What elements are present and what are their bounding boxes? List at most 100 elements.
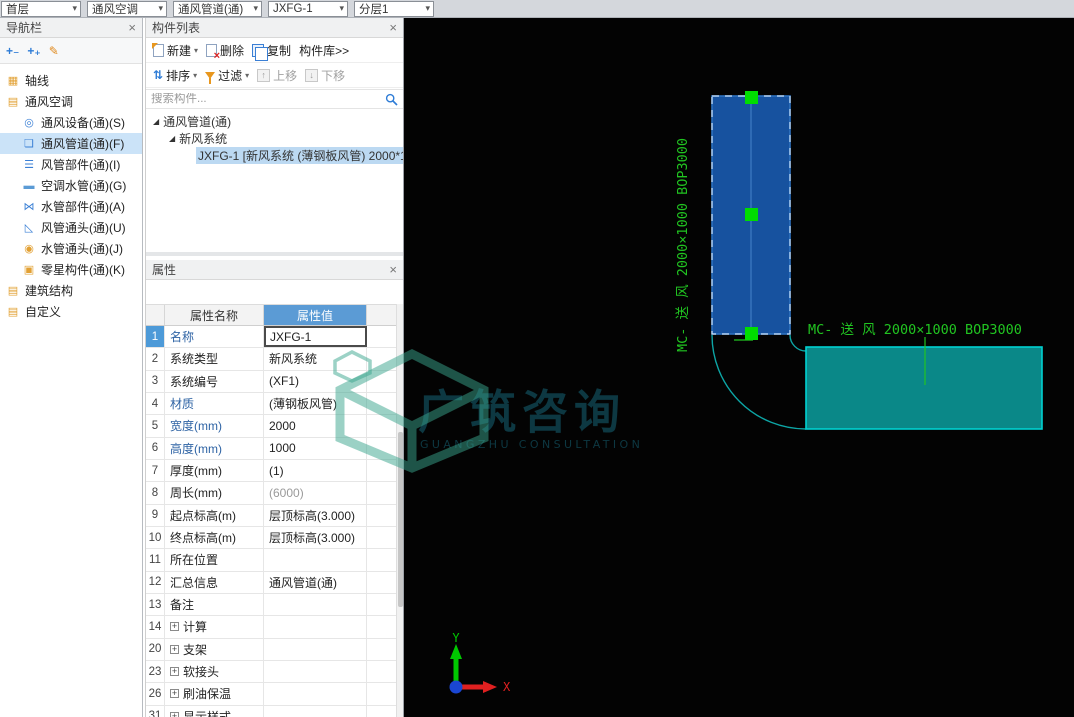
expand-plus-icon[interactable]: + bbox=[170, 622, 179, 632]
property-name-cell[interactable]: 厚度(mm) bbox=[165, 459, 264, 482]
sidebar-item[interactable]: ▤ 自定义 bbox=[0, 301, 142, 322]
category-combo[interactable]: 通风管道(通) ▾ bbox=[173, 0, 262, 17]
duct-elbow[interactable] bbox=[711, 334, 807, 430]
property-name-cell[interactable]: + 计算 bbox=[165, 616, 264, 638]
sidebar-item[interactable]: ⋈ 水管部件(通)(A) bbox=[0, 196, 142, 217]
sidebar-item[interactable]: ▦ 轴线 bbox=[0, 70, 142, 91]
copy-button[interactable]: 复制 bbox=[250, 41, 293, 61]
expand-plus-icon[interactable]: + bbox=[170, 711, 179, 717]
specialty-combo[interactable]: 通风空调 ▾ bbox=[87, 0, 167, 17]
property-value-cell[interactable]: 2000 bbox=[264, 415, 367, 437]
chevron-down-icon[interactable]: ▾ bbox=[425, 3, 430, 14]
property-value-cell[interactable] bbox=[264, 705, 367, 717]
delete-button[interactable]: 删除 bbox=[204, 41, 246, 62]
property-value-cell[interactable]: 通风管道(通) bbox=[264, 571, 367, 593]
column-header-value[interactable]: 属性值 bbox=[264, 305, 367, 325]
move-up-button[interactable]: ↑ 上移 bbox=[255, 66, 299, 85]
sidebar-item[interactable]: ◉ 水管通头(通)(J) bbox=[0, 238, 142, 259]
component-library-button[interactable]: 构件库>> bbox=[297, 41, 351, 60]
property-value-cell[interactable]: 层顶标高(3.000) bbox=[264, 504, 367, 526]
property-name-cell[interactable]: 材质 bbox=[165, 392, 264, 415]
property-name-cell[interactable]: + 显示样式 bbox=[165, 705, 264, 717]
sidebar-item-label: 通风空调 bbox=[25, 95, 74, 109]
property-name-cell[interactable]: + 软接头 bbox=[165, 660, 264, 683]
chevron-down-icon[interactable]: ▾ bbox=[339, 3, 344, 14]
grip-bottom[interactable] bbox=[745, 327, 758, 340]
property-name-cell[interactable]: + 支架 bbox=[165, 638, 264, 660]
sidebar-item[interactable]: ▣ 零星构件(通)(K) bbox=[0, 259, 142, 280]
edit-list-icon[interactable]: ✎ bbox=[49, 44, 59, 58]
property-name-cell[interactable]: 系统编号 bbox=[165, 370, 264, 392]
sidebar-item[interactable]: ❏ 通风管道(通)(F) bbox=[0, 133, 142, 154]
expand-plus-icon[interactable]: + bbox=[170, 667, 179, 677]
filter-button[interactable]: 过滤 ▾ bbox=[203, 66, 251, 85]
search-input[interactable] bbox=[151, 93, 385, 105]
property-value-cell[interactable]: 1000 bbox=[264, 437, 367, 459]
tree-node-system[interactable]: ◢ 新风系统 bbox=[146, 130, 403, 147]
expand-all-icon[interactable]: +₊ bbox=[27, 44, 40, 58]
property-row: 9 起点标高(m) 层顶标高(3.000) bbox=[146, 504, 398, 527]
sidebar-item[interactable]: ☰ 风管部件(通)(I) bbox=[0, 154, 142, 175]
property-name-cell[interactable]: 起点标高(m) bbox=[165, 504, 264, 526]
property-value-cell[interactable]: (1) bbox=[264, 459, 367, 482]
tree-node-component-selected[interactable]: JXFG-1 [新风系统 (薄钢板风管) 2000*1000 bbox=[196, 147, 403, 164]
component-combo[interactable]: JXFG-1 ▾ bbox=[268, 0, 348, 17]
horizontal-duct-label: MC- 送 风 2000×1000 BOP3000 bbox=[808, 322, 1022, 338]
floor-combo[interactable]: 首层 ▾ bbox=[1, 0, 81, 17]
property-value-cell[interactable] bbox=[264, 683, 367, 705]
layer-combo[interactable]: 分层1 ▾ bbox=[354, 0, 434, 17]
property-value-cell[interactable]: (薄钢板风管) bbox=[264, 392, 367, 415]
property-value-cell[interactable]: (6000) bbox=[264, 482, 367, 504]
property-name-cell[interactable]: 周长(mm) bbox=[165, 482, 264, 504]
property-value-cell[interactable]: 新风系统 bbox=[264, 348, 367, 370]
property-name-cell[interactable]: 名称 bbox=[165, 326, 264, 348]
cad-canvas[interactable]: 广筑咨询 GUANGZHU CONSULTATION MC- 送 风 2000×… bbox=[404, 18, 1074, 717]
close-icon[interactable]: × bbox=[128, 21, 136, 34]
property-value-cell[interactable] bbox=[264, 593, 367, 616]
property-name-cell[interactable]: 系统类型 bbox=[165, 348, 264, 370]
property-value-cell[interactable]: JXFG-1 bbox=[264, 326, 367, 348]
close-icon[interactable]: × bbox=[389, 263, 397, 276]
move-down-button[interactable]: ↓ 下移 bbox=[303, 66, 347, 85]
property-name-cell[interactable]: 汇总信息 bbox=[165, 571, 264, 593]
sort-button[interactable]: ⇅ 排序 ▾ bbox=[151, 66, 199, 85]
property-value-cell[interactable] bbox=[264, 660, 367, 683]
property-name-cell[interactable]: + 刷油保温 bbox=[165, 683, 264, 705]
scrollbar-thumb[interactable] bbox=[397, 432, 403, 607]
sidebar-item[interactable]: ▤ 建筑结构 bbox=[0, 280, 142, 301]
expand-plus-icon[interactable]: + bbox=[170, 689, 179, 699]
property-value-cell[interactable]: (XF1) bbox=[264, 370, 367, 392]
collapse-all-icon[interactable]: +₋ bbox=[6, 44, 19, 58]
svg-text:广筑咨询: 广筑咨询 bbox=[418, 385, 626, 439]
sidebar-item[interactable]: ◺ 风管通头(通)(U) bbox=[0, 217, 142, 238]
tree-expanded-icon[interactable]: ◢ bbox=[153, 117, 159, 126]
property-name-cell[interactable]: 宽度(mm) bbox=[165, 415, 264, 437]
tree-expanded-icon[interactable]: ◢ bbox=[169, 134, 175, 143]
property-row-number: 12 bbox=[146, 571, 165, 593]
sidebar-item[interactable]: ◎ 通风设备(通)(S) bbox=[0, 112, 142, 133]
property-value-cell[interactable]: 层顶标高(3.000) bbox=[264, 526, 367, 549]
property-value-cell[interactable] bbox=[264, 638, 367, 660]
sidebar-item[interactable]: ▬ 空调水管(通)(G) bbox=[0, 175, 142, 196]
column-header-name[interactable]: 属性名称 bbox=[165, 305, 264, 325]
chevron-down-icon[interactable]: ▾ bbox=[158, 3, 163, 14]
property-value-cell[interactable] bbox=[264, 616, 367, 638]
property-name-cell[interactable]: 高度(mm) bbox=[165, 437, 264, 459]
properties-scrollbar[interactable] bbox=[396, 304, 403, 717]
horizontal-duct[interactable] bbox=[805, 346, 1043, 430]
chevron-down-icon[interactable]: ▾ bbox=[72, 3, 77, 14]
tree-node-category[interactable]: ◢ 通风管道(通) bbox=[146, 113, 403, 130]
close-icon[interactable]: × bbox=[389, 21, 397, 34]
new-button[interactable]: 新建 ▾ bbox=[151, 41, 200, 60]
grip-middle[interactable] bbox=[745, 208, 758, 221]
property-name-cell[interactable]: 备注 bbox=[165, 593, 264, 616]
property-row: 10 终点标高(m) 层顶标高(3.000) bbox=[146, 526, 398, 550]
sidebar-item[interactable]: ▤ 通风空调 bbox=[0, 91, 142, 112]
property-name-cell[interactable]: 终点标高(m) bbox=[165, 526, 264, 549]
expand-plus-icon[interactable]: + bbox=[170, 644, 179, 654]
grip-top[interactable] bbox=[745, 91, 758, 104]
search-icon[interactable] bbox=[385, 93, 398, 106]
property-value-cell[interactable] bbox=[264, 549, 367, 571]
chevron-down-icon[interactable]: ▾ bbox=[253, 3, 258, 14]
property-name-cell[interactable]: 所在位置 bbox=[165, 549, 264, 571]
